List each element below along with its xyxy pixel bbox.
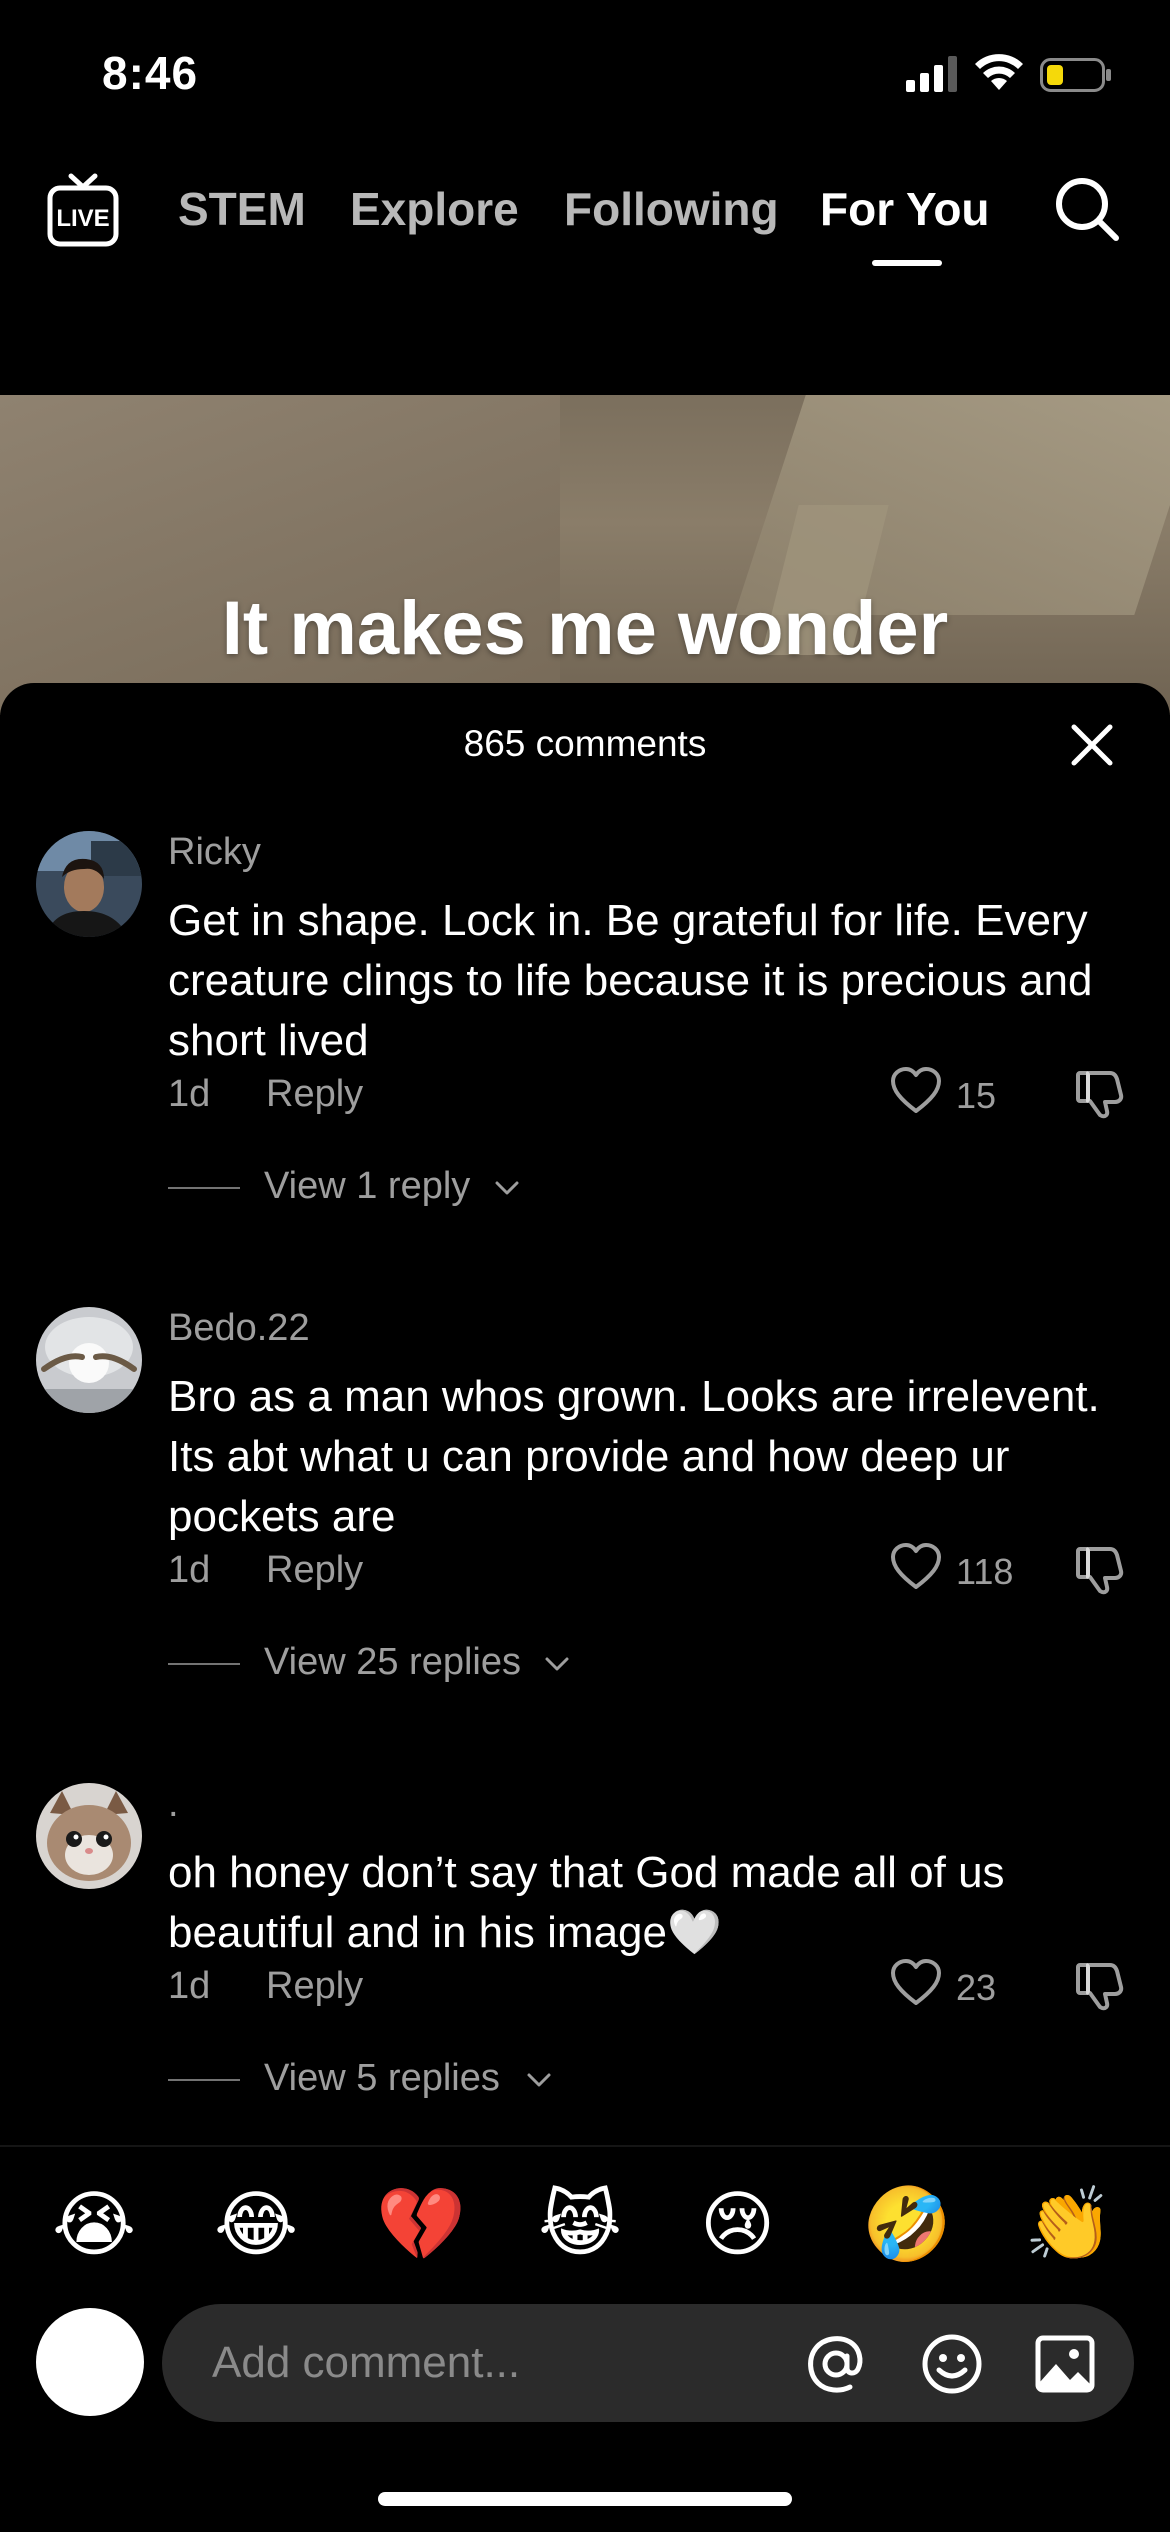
comments-count: 865 comments	[463, 723, 707, 764]
status-time: 8:46	[102, 47, 199, 99]
emoji-bar-divider	[0, 2145, 1170, 2147]
comment-username[interactable]: .	[168, 1783, 179, 1826]
thumbs-down-icon[interactable]	[1074, 1543, 1126, 1595]
comment-text: oh honey don’t say that God made all of …	[168, 1848, 1005, 1957]
comment-username[interactable]: Ricky	[168, 831, 261, 874]
comment-input[interactable]	[212, 2304, 832, 2422]
emoji-rofl[interactable]: 🤣	[862, 2180, 952, 2270]
heart-icon[interactable]	[890, 1959, 942, 2007]
avatar[interactable]	[36, 1783, 142, 1889]
comment-time: 1d	[168, 1549, 211, 1591]
home-indicator[interactable]	[378, 2492, 792, 2506]
video-preview[interactable]: It makes me wonder	[0, 395, 1170, 715]
view-replies-line	[168, 1663, 240, 1665]
view-replies-label: View 25 replies	[264, 1641, 522, 1683]
like-count: 23	[956, 1967, 997, 2008]
thumbs-down-icon[interactable]	[1074, 1067, 1126, 1119]
tab-stem[interactable]: STEM	[178, 182, 306, 236]
emoji-tears-of-joy[interactable]: 😂	[214, 2180, 298, 2270]
emoji-bar: 😭 😂 💔 😹 😢 🤣 👏	[0, 2180, 1170, 2270]
comment-text: Bro as a man whos grown. Looks are irrel…	[168, 1372, 1100, 1541]
mention-icon[interactable]	[806, 2334, 866, 2394]
chevron-down-icon	[545, 1657, 569, 1671]
comment-actions: 1d Reply 23	[168, 1955, 1148, 2015]
reply-button[interactable]: Reply	[266, 1965, 363, 2008]
current-user-avatar[interactable]	[36, 2308, 144, 2416]
reply-button[interactable]: Reply	[266, 1073, 363, 1116]
avatar[interactable]	[36, 1307, 142, 1413]
like-count: 15	[956, 1075, 997, 1116]
chevron-down-icon	[527, 2073, 551, 2087]
svg-text:LIVE: LIVE	[56, 205, 109, 232]
comment-actions: 1d Reply 15	[168, 1063, 1148, 1123]
top-nav: LIVE STEM Explore Following For You	[0, 160, 1170, 270]
tab-following[interactable]: Following	[564, 182, 779, 236]
emoji-loudly-crying[interactable]: 😭	[52, 2180, 136, 2270]
heart-icon[interactable]	[890, 1543, 942, 1591]
comment-username[interactable]: Bedo.22	[168, 1307, 310, 1350]
view-replies-line	[168, 1187, 240, 1189]
view-replies-label: View 1 reply	[264, 1165, 471, 1207]
chevron-down-icon	[495, 1181, 519, 1195]
status-bar: 8:46	[0, 0, 1170, 150]
emoji-picker-icon[interactable]	[920, 2332, 984, 2396]
like-count: 118	[956, 1551, 1014, 1592]
thumbs-down-icon[interactable]	[1074, 1959, 1126, 2011]
active-tab-indicator	[872, 260, 942, 266]
comment-input-box[interactable]	[162, 2304, 1134, 2422]
tab-explore[interactable]: Explore	[350, 182, 519, 236]
heart-icon[interactable]	[890, 1067, 942, 1115]
search-icon[interactable]	[1052, 174, 1122, 244]
avatar[interactable]	[36, 831, 142, 937]
battery-icon	[1040, 58, 1111, 92]
cellular-signal-icon	[906, 56, 957, 92]
image-upload-icon[interactable]	[1034, 2334, 1096, 2394]
comment-text: Get in shape. Lock in. Be grateful for l…	[168, 896, 1093, 1065]
close-icon[interactable]	[1068, 721, 1116, 769]
video-caption: It makes me wonder	[221, 586, 949, 671]
view-replies-label: View 5 replies	[264, 2057, 500, 2099]
comment-actions: 1d Reply 118	[168, 1539, 1148, 1599]
emoji-crying[interactable]: 😢	[700, 2180, 775, 2270]
live-tv-icon[interactable]: LIVE	[46, 172, 120, 248]
tab-for-you[interactable]: For You	[820, 182, 990, 236]
comment-time: 1d	[168, 1965, 211, 2007]
comment-time: 1d	[168, 1073, 211, 1115]
reply-button[interactable]: Reply	[266, 1549, 363, 1592]
emoji-broken-heart[interactable]: 💔	[376, 2180, 466, 2270]
emoji-clapping[interactable]: 👏	[1024, 2180, 1114, 2270]
emoji-cat-tears-of-joy[interactable]: 😹	[538, 2180, 622, 2270]
view-replies-line	[168, 2079, 240, 2081]
wifi-icon	[975, 54, 1023, 90]
